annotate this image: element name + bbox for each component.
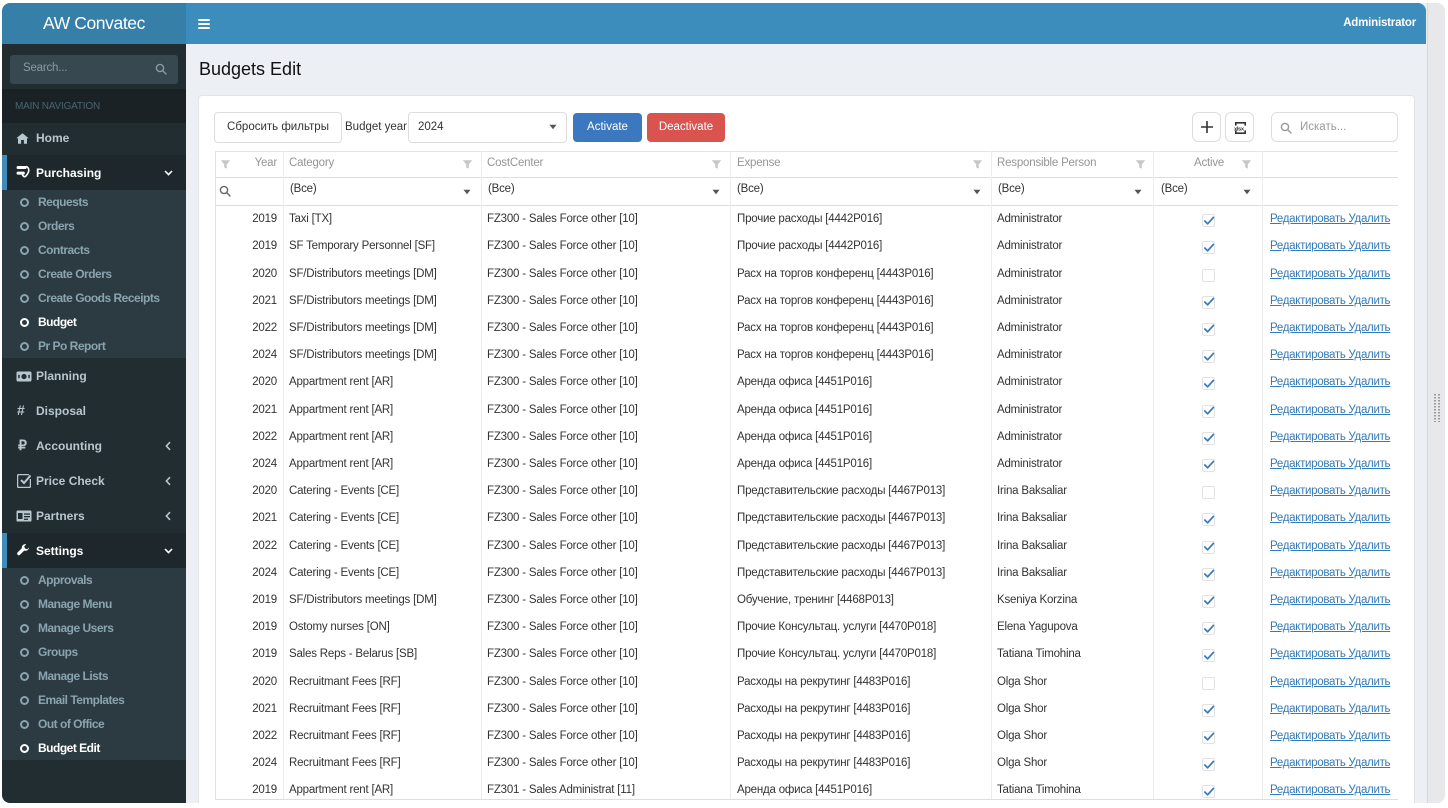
svg-text:xlsx: xlsx [1234, 126, 1245, 132]
